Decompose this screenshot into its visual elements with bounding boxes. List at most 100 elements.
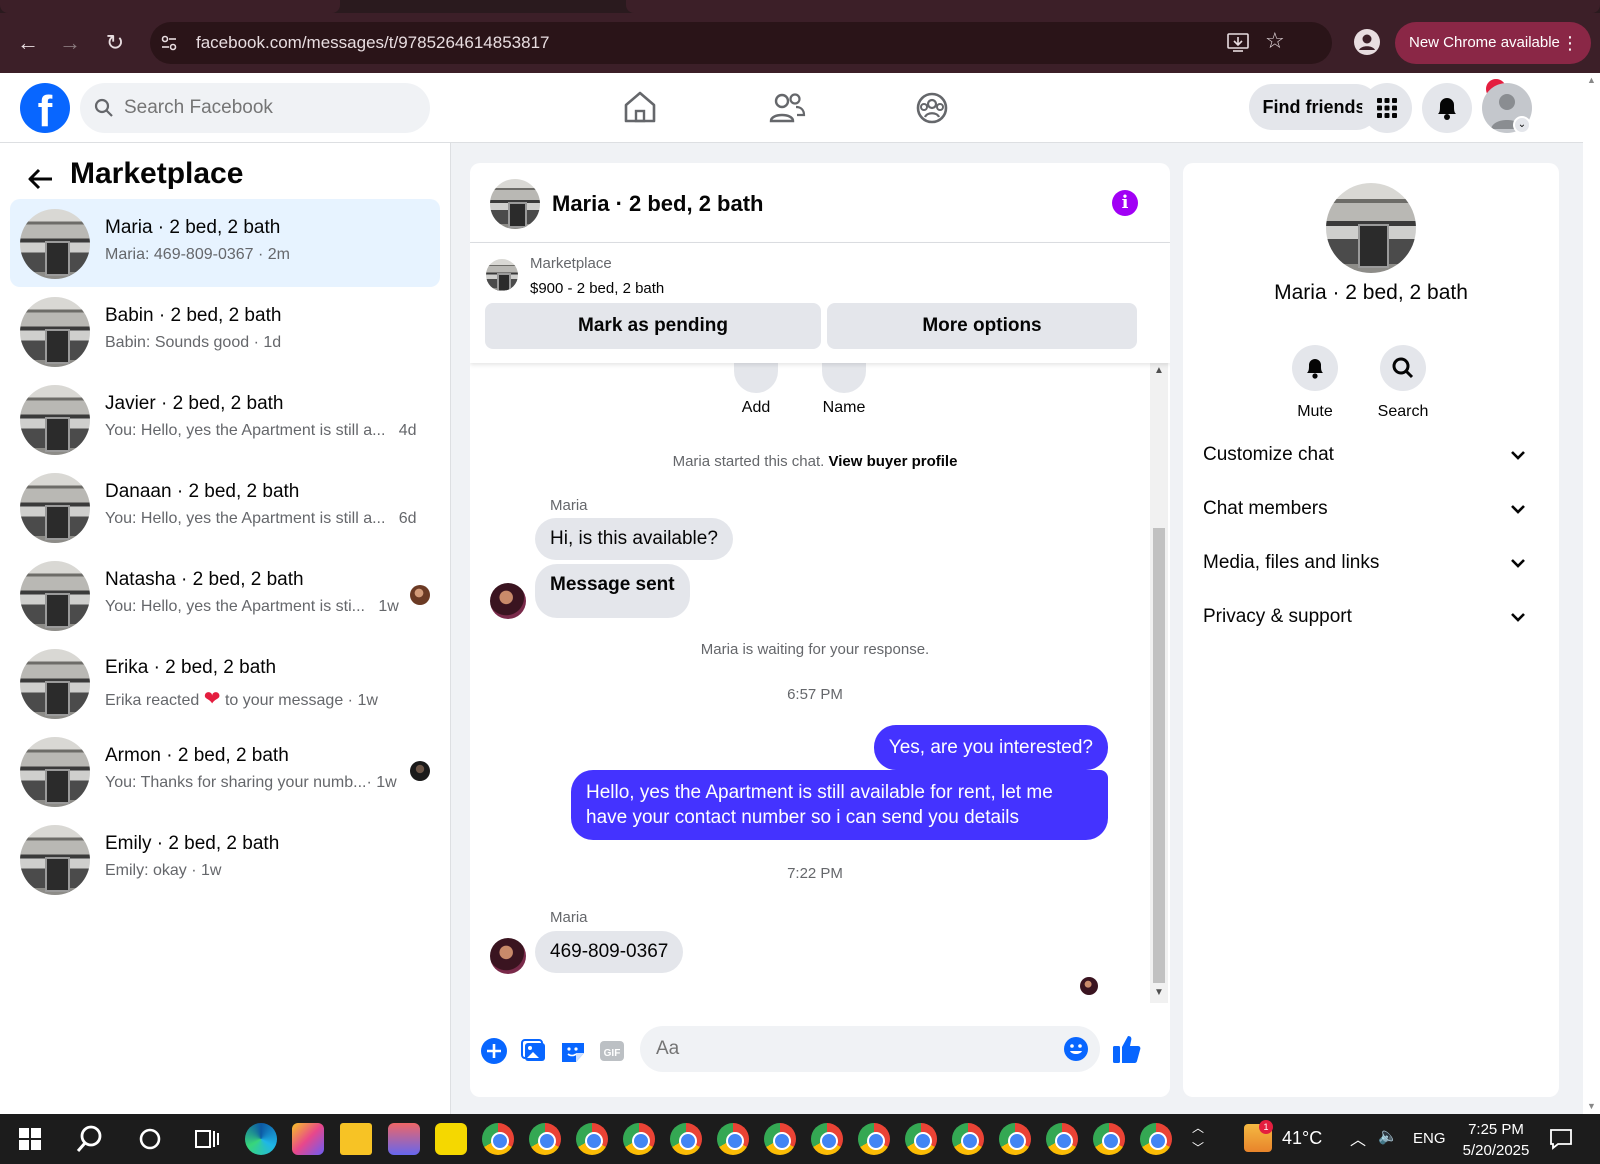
chrome-icon[interactable]: [858, 1123, 890, 1155]
windows-start-icon[interactable]: [14, 1123, 46, 1155]
chat-scrollbar[interactable]: ▲ ▼: [1150, 363, 1168, 1003]
outgoing-message[interactable]: Hello, yes the Apartment is still availa…: [571, 770, 1108, 840]
scroll-thumb[interactable]: [1153, 528, 1165, 983]
kebab-menu-icon[interactable]: ⋮: [1561, 22, 1579, 64]
back-arrow-icon[interactable]: [22, 161, 58, 197]
page-scrollbar[interactable]: ▲ ▼: [1583, 73, 1600, 1114]
chrome-icon[interactable]: [811, 1123, 843, 1155]
browser-tab[interactable]: [626, 0, 1600, 13]
incoming-message[interactable]: 469-809-0367: [535, 931, 684, 973]
sticky-notes-icon[interactable]: [435, 1123, 467, 1155]
outgoing-message[interactable]: Yes, are you interested?: [873, 725, 1108, 770]
chrome-icon[interactable]: [717, 1123, 749, 1155]
notification-center-icon[interactable]: [1548, 1126, 1574, 1152]
search-input[interactable]: [124, 83, 414, 133]
chrome-icon[interactable]: [623, 1123, 655, 1155]
chrome-icon[interactable]: [482, 1123, 514, 1155]
install-app-icon[interactable]: [1227, 33, 1249, 53]
chrome-icon[interactable]: [576, 1123, 608, 1155]
chrome-icon[interactable]: [999, 1123, 1031, 1155]
file-explorer-icon[interactable]: [340, 1123, 372, 1155]
message-input[interactable]: [656, 1026, 1056, 1072]
input-language[interactable]: ENG: [1413, 1130, 1446, 1147]
conversation-row[interactable]: Javier · 2 bed, 2 bath You: Hello, yes t…: [10, 375, 440, 463]
conversation-row[interactable]: Erika · 2 bed, 2 bath Erika reacted ❤ to…: [10, 639, 440, 727]
facebook-logo[interactable]: f: [20, 83, 70, 133]
more-options-button[interactable]: More options: [827, 303, 1137, 349]
privacy-support-section[interactable]: Privacy & support: [1203, 597, 1539, 637]
clock[interactable]: 7:25 PM 5/20/2025: [1456, 1119, 1536, 1161]
scroll-up-icon[interactable]: ▲: [1154, 365, 1164, 376]
menu-button[interactable]: [1362, 83, 1412, 133]
chat-members-section[interactable]: Chat members: [1203, 489, 1539, 529]
conversation-row[interactable]: Natasha · 2 bed, 2 bath You: Hello, yes …: [10, 551, 440, 639]
conversation-row[interactable]: Armon · 2 bed, 2 bath You: Thanks for sh…: [10, 727, 440, 815]
notifications-button[interactable]: [1422, 83, 1472, 133]
chrome-icon[interactable]: [1093, 1123, 1125, 1155]
chrome-icon[interactable]: [905, 1123, 937, 1155]
chrome-icon[interactable]: [1140, 1123, 1172, 1155]
scroll-up-icon[interactable]: ▲: [1587, 75, 1596, 85]
media-files-links-section[interactable]: Media, files and links: [1203, 543, 1539, 583]
chrome-icon[interactable]: [529, 1123, 561, 1155]
conversation-row[interactable]: Danaan · 2 bed, 2 bath You: Hello, yes t…: [10, 463, 440, 551]
scroll-down-icon[interactable]: ▼: [1587, 1101, 1596, 1111]
home-icon[interactable]: [614, 83, 666, 133]
sender-avatar[interactable]: [490, 938, 526, 974]
site-info-icon[interactable]: [160, 34, 178, 52]
name-shortcut[interactable]: Name: [804, 363, 884, 417]
listing-thumbnail[interactable]: [486, 259, 518, 291]
chat-avatar[interactable]: [490, 179, 540, 229]
back-icon[interactable]: ←: [12, 27, 44, 59]
sticker-icon[interactable]: [559, 1037, 587, 1065]
taskbar-search-icon[interactable]: [74, 1123, 106, 1155]
plus-circle-icon[interactable]: [480, 1037, 508, 1065]
browser-tab[interactable]: [0, 0, 340, 13]
chrome-icon[interactable]: [952, 1123, 984, 1155]
chrome-icon[interactable]: [1046, 1123, 1078, 1155]
profile-avatar[interactable]: [1326, 183, 1416, 273]
mute-button[interactable]: Mute: [1275, 345, 1355, 421]
conversation-row[interactable]: Emily · 2 bed, 2 bath Emily: okay · 1w: [10, 815, 440, 903]
cortana-icon[interactable]: [134, 1123, 166, 1155]
task-view-icon[interactable]: [190, 1123, 222, 1155]
view-buyer-profile-link[interactable]: View buyer profile: [828, 453, 957, 470]
profile-name[interactable]: Maria · 2 bed, 2 bath: [1183, 281, 1559, 305]
listing-title[interactable]: $900 - 2 bed, 2 bath: [530, 280, 664, 297]
bookmark-star-icon[interactable]: ☆: [1265, 28, 1285, 54]
emoji-icon[interactable]: [1063, 1036, 1089, 1062]
new-chrome-button[interactable]: New Chrome available ⋮: [1395, 22, 1591, 64]
conversation-row[interactable]: Maria · 2 bed, 2 bath Maria: 469-809-036…: [10, 199, 440, 287]
chrome-icon[interactable]: [670, 1123, 702, 1155]
gif-icon[interactable]: GIF: [598, 1037, 626, 1065]
url-text[interactable]: facebook.com/messages/t/9785264614853817: [196, 22, 549, 64]
search-box[interactable]: [80, 83, 430, 133]
friends-icon[interactable]: [760, 83, 812, 133]
copilot-icon[interactable]: [292, 1123, 324, 1155]
groups-icon[interactable]: [906, 83, 958, 133]
chrome-icon[interactable]: [764, 1123, 796, 1155]
account-chevron-icon[interactable]: ⌄: [1513, 116, 1531, 134]
temperature[interactable]: 41°C: [1282, 1128, 1322, 1149]
customize-chat-section[interactable]: Customize chat: [1203, 435, 1539, 475]
edge-icon[interactable]: [245, 1123, 277, 1155]
photo-icon[interactable]: [520, 1037, 548, 1065]
conversation-row[interactable]: Babin · 2 bed, 2 bath Babin: Sounds good…: [10, 287, 440, 375]
show-hidden-icons-icon[interactable]: ︿: [1350, 1126, 1366, 1150]
reload-icon[interactable]: ↻: [99, 27, 131, 59]
profile-icon[interactable]: [1354, 29, 1380, 55]
taskbar-overflow-icon[interactable]: ︿ ﹀: [1192, 1118, 1204, 1158]
forward-icon[interactable]: →: [54, 27, 86, 59]
address-bar[interactable]: facebook.com/messages/t/9785264614853817…: [150, 22, 1332, 64]
incoming-message[interactable]: Message sent: [535, 564, 690, 618]
mark-as-pending-button[interactable]: Mark as pending: [485, 303, 821, 349]
chat-title[interactable]: Maria · 2 bed, 2 bath: [552, 191, 764, 217]
find-friends-button[interactable]: Find friends: [1249, 84, 1379, 130]
message-input-wrapper[interactable]: [640, 1026, 1100, 1072]
speaker-icon[interactable]: 🔈: [1378, 1126, 1398, 1146]
paint-icon[interactable]: [388, 1123, 420, 1155]
incoming-message[interactable]: Hi, is this available?: [535, 518, 733, 560]
scroll-down-icon[interactable]: ▼: [1154, 987, 1164, 998]
add-shortcut[interactable]: Add: [716, 363, 796, 417]
sender-avatar[interactable]: [490, 583, 526, 619]
